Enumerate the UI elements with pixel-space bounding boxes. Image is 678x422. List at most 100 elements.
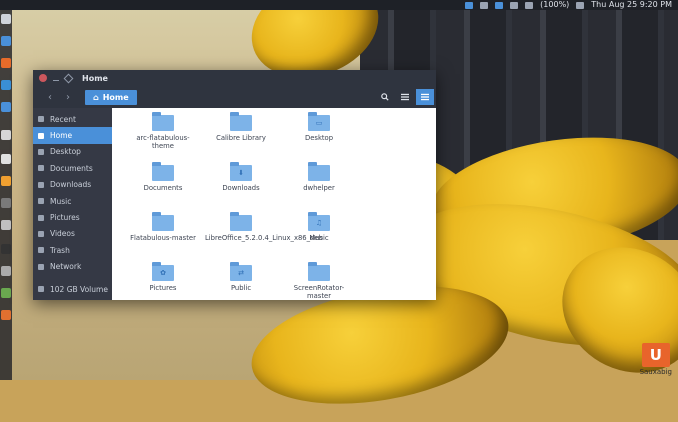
hamburger-icon: [421, 93, 429, 101]
desktop-folder-icon: ▭: [308, 112, 330, 131]
watermark-text: Sauxabig: [639, 368, 672, 376]
folder-emblem: ♫: [315, 219, 323, 227]
sidebar-item-videos[interactable]: Videos: [33, 226, 112, 242]
sidebar-item-label: Network: [50, 262, 82, 272]
folder-item[interactable]: ⇄ Public: [202, 262, 280, 313]
folder-item[interactable]: Documents: [124, 162, 202, 213]
title-bar: Home: [33, 70, 436, 86]
launcher-app-icon[interactable]: [1, 288, 11, 298]
breadcrumb-label: Home: [102, 92, 129, 102]
folder-item[interactable]: ⬇ Downloads: [202, 162, 280, 213]
folder-item[interactable]: ✿ Pictures: [124, 262, 202, 313]
download-icon: [38, 181, 44, 188]
menu-button[interactable]: [416, 89, 434, 105]
clock[interactable]: Thu Aug 25 9:20 PM: [591, 0, 672, 10]
trash-icon: [38, 247, 44, 254]
folder-name: Flatabulous-master: [130, 234, 196, 242]
folder-item[interactable]: Flatabulous-master: [124, 212, 202, 263]
launcher-app-icon[interactable]: [1, 244, 11, 254]
sidebar-item-volume[interactable]: 102 GB Volume: [33, 281, 112, 297]
back-button[interactable]: ‹: [41, 92, 59, 103]
list-view-button[interactable]: [396, 89, 414, 105]
desktop-icon: [38, 148, 44, 155]
window-content: Recent Home Desktop Documents Downloads …: [33, 108, 436, 300]
launcher-app-icon[interactable]: [1, 176, 11, 186]
watermark-logo: U: [641, 343, 670, 367]
sidebar-item-label: Pictures: [50, 213, 80, 223]
document-icon: [38, 165, 44, 172]
public-folder-icon: ⇄: [230, 262, 252, 281]
minimize-button[interactable]: [53, 76, 59, 81]
sidebar-item-desktop[interactable]: Desktop: [33, 144, 112, 160]
battery-level[interactable]: (100%): [540, 0, 569, 10]
network-icon[interactable]: [510, 1, 519, 9]
sidebar-item-label: Downloads: [50, 180, 92, 190]
folder-name: Desktop: [304, 134, 334, 142]
folder-item[interactable]: ▭ Desktop: [280, 112, 358, 163]
sidebar-item-music[interactable]: Music: [33, 193, 112, 209]
sidebar-item-label: Trash: [50, 245, 70, 255]
sidebar-item-downloads[interactable]: Downloads: [33, 177, 112, 193]
folder-name: LibreOffice_5.2.0.4_Linux_x86_deb: [205, 234, 323, 242]
sidebar-item-label: Desktop: [50, 147, 81, 157]
launcher-app-icon[interactable]: [1, 102, 11, 112]
music-icon: [38, 198, 44, 205]
launcher-app-icon[interactable]: [1, 154, 11, 164]
launcher-app-icon[interactable]: [1, 130, 11, 140]
sidebar-item-label: Documents: [50, 163, 93, 173]
folder-name: Music: [309, 234, 329, 242]
sidebar-item-label: Recent: [50, 114, 76, 124]
launcher-app-icon[interactable]: [1, 36, 11, 46]
launcher-app-icon[interactable]: [1, 220, 11, 230]
folder-emblem: ✿: [160, 269, 166, 277]
folder-icon: [308, 162, 330, 181]
bluetooth-icon[interactable]: [495, 1, 504, 9]
sidebar-item-pictures[interactable]: Pictures: [33, 209, 112, 225]
forward-button[interactable]: ›: [59, 92, 77, 103]
folder-name: dwhelper: [303, 184, 335, 192]
folder-item[interactable]: ♫ Music: [280, 212, 358, 263]
folder-item[interactable]: arc-flatabulous-theme: [124, 112, 202, 163]
folder-item[interactable]: ScreenRotator-master: [280, 262, 358, 313]
breadcrumb-home[interactable]: ⌂ Home: [85, 89, 137, 105]
launcher-app-icon[interactable]: [1, 198, 11, 208]
home-icon: ⌂: [93, 92, 99, 102]
launcher-app-icon[interactable]: [1, 14, 11, 24]
sidebar-item-recent[interactable]: Recent: [33, 111, 112, 127]
documents-folder-icon: [152, 162, 174, 181]
sidebar-item-label: Music: [50, 196, 72, 206]
folder-name: Documents: [143, 184, 183, 192]
sidebar-item-home[interactable]: Home: [33, 127, 112, 144]
music-folder-icon: ♫: [308, 212, 330, 231]
folder-item[interactable]: LibreOffice_5.2.0.4_Linux_x86_deb: [202, 212, 323, 263]
launcher-app-icon[interactable]: [1, 266, 11, 276]
volume-icon[interactable]: [576, 1, 585, 9]
folder-item[interactable]: Calibre Library: [202, 112, 280, 163]
folder-emblem: ⬇: [238, 169, 244, 177]
folder-icon: [308, 262, 330, 281]
launcher-app-icon[interactable]: [1, 310, 11, 320]
firefox-icon[interactable]: [1, 58, 11, 68]
home-icon: [38, 132, 44, 139]
folder-icon: [152, 112, 174, 131]
keyboard-icon[interactable]: [480, 1, 489, 9]
dropbox-icon[interactable]: [465, 1, 474, 9]
file-manager-window: Home ‹ › ⌂ Home Recent Home Desktop Docu…: [33, 70, 436, 300]
folder-name: Public: [230, 284, 252, 292]
sidebar-item-label: Videos: [50, 229, 75, 239]
folder-icon: [152, 212, 174, 231]
folder-item[interactable]: dwhelper: [280, 162, 358, 213]
window-title: Home: [82, 73, 108, 83]
close-button[interactable]: [39, 74, 47, 82]
maximize-button[interactable]: [63, 73, 74, 83]
downloads-folder-icon: ⬇: [230, 162, 252, 181]
sidebar-item-network[interactable]: Network: [33, 259, 112, 275]
folder-icon: [230, 112, 252, 131]
folder-name: arc-flatabulous-theme: [136, 134, 190, 150]
battery-icon[interactable]: [525, 1, 534, 9]
sidebar-item-documents[interactable]: Documents: [33, 160, 112, 176]
launcher-app-icon[interactable]: [1, 80, 11, 90]
sidebar-item-trash[interactable]: Trash: [33, 242, 112, 258]
sidebar-item-label: 102 GB Volume: [50, 284, 108, 294]
search-button[interactable]: [376, 89, 394, 105]
